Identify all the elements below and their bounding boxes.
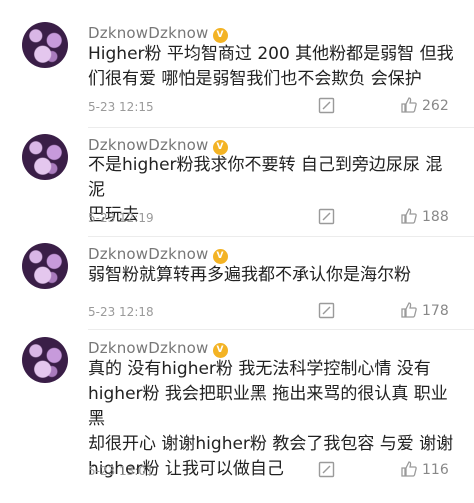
comment-icon[interactable] — [318, 208, 335, 225]
username[interactable]: DzknowDzknow V — [88, 24, 228, 43]
vip-badge-icon: V — [212, 343, 228, 358]
comment-text: Higher粉 平均智商过 200 其他粉都是弱智 但我 们很有爱 哪怕是弱智我… — [88, 44, 454, 89]
timestamp: 5-23 12:15 — [88, 100, 154, 114]
timestamp: 5-23 12:19 — [88, 211, 154, 225]
comment-item: DzknowDzknow V 不是higher粉我求你不要转 自己到旁边尿尿 混泥… — [0, 134, 474, 234]
like-count: 188 — [422, 209, 449, 225]
like-icon[interactable] — [400, 301, 418, 319]
avatar[interactable] — [22, 243, 68, 289]
divider — [88, 329, 474, 330]
timestamp: 5-23 13:01 — [88, 464, 154, 478]
like-icon[interactable] — [400, 460, 418, 478]
username-text[interactable]: DzknowDzknow — [88, 136, 209, 154]
username[interactable]: DzknowDzknow V — [88, 339, 228, 358]
timestamp: 5-23 12:18 — [88, 305, 154, 319]
comment-icon[interactable] — [318, 302, 335, 319]
comment-item: DzknowDzknow V 弱智粉就算转再多遍我都不承认你是海尔粉 5-23 1… — [0, 243, 474, 323]
username-text[interactable]: DzknowDzknow — [88, 24, 209, 42]
comment-text: 弱智粉就算转再多遍我都不承认你是海尔粉 — [88, 265, 411, 285]
comment-item: DzknowDzknow V 真的 没有higher粉 我无法科学控制心情 没有 … — [0, 337, 474, 497]
comment-icon[interactable] — [318, 97, 335, 114]
username[interactable]: DzknowDzknow V — [88, 245, 228, 264]
divider — [88, 127, 474, 128]
like-icon[interactable] — [400, 207, 418, 225]
like-count: 262 — [422, 98, 449, 114]
comment-item: DzknowDzknow V Higher粉 平均智商过 200 其他粉都是弱智 … — [0, 22, 474, 127]
like-count: 178 — [422, 303, 449, 319]
avatar[interactable] — [22, 22, 68, 68]
comment-icon[interactable] — [318, 461, 335, 478]
like-count: 116 — [422, 462, 449, 478]
vip-badge-icon: V — [212, 249, 228, 264]
avatar[interactable] — [22, 337, 68, 383]
username-text[interactable]: DzknowDzknow — [88, 245, 209, 263]
avatar[interactable] — [22, 134, 68, 180]
username-text[interactable]: DzknowDzknow — [88, 339, 209, 357]
vip-badge-icon: V — [212, 28, 228, 43]
divider — [88, 236, 474, 237]
like-icon[interactable] — [400, 96, 418, 114]
